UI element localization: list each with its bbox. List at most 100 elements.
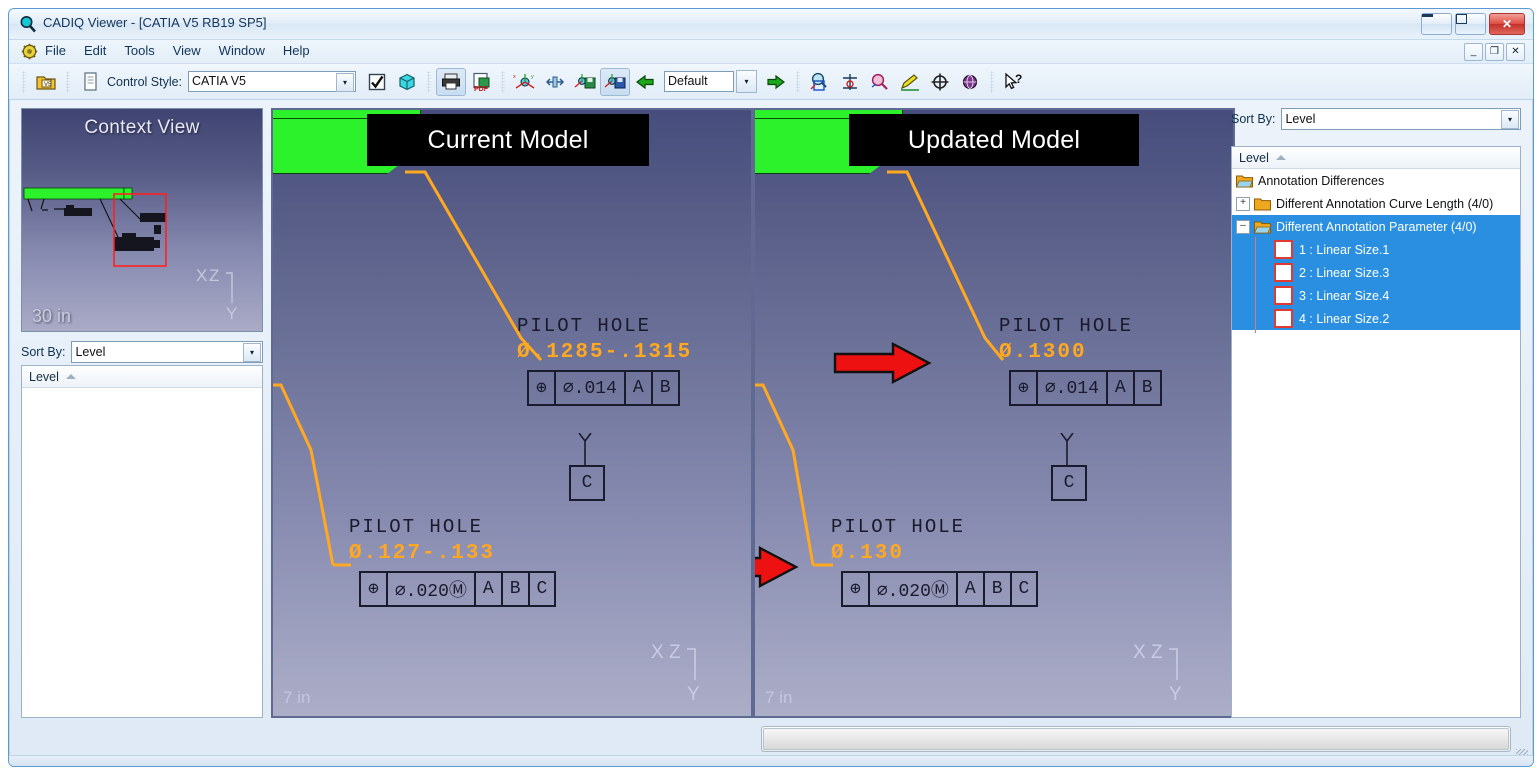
horizontal-scrollbar[interactable] xyxy=(761,726,1511,752)
tree-row-child-4[interactable]: 4 : Linear Size.2 xyxy=(1232,307,1520,330)
difference-checkbox[interactable] xyxy=(1274,263,1293,282)
view-preset-combobox[interactable]: Default ▾ xyxy=(660,70,758,93)
annotation-dimension: Ø.1285-.1315 xyxy=(517,341,693,364)
print-icon[interactable] xyxy=(436,67,467,96)
fit-icon[interactable] xyxy=(835,68,865,96)
chevron-down-icon[interactable]: ▾ xyxy=(243,343,261,362)
toolbar-grip xyxy=(501,70,506,93)
context-view-axis-triad: X Z Y xyxy=(196,266,237,321)
maximize-button[interactable] xyxy=(1455,13,1486,35)
expand-icon[interactable]: + xyxy=(1236,196,1250,211)
viewport-current-model[interactable]: Current Model PILOT HOLE Ø.1285-.1315 ⊕ … xyxy=(271,108,753,718)
measure-pencil-icon[interactable] xyxy=(895,68,925,96)
menu-item-help[interactable]: Help xyxy=(283,43,310,58)
annotation-title: PILOT HOLE xyxy=(517,315,652,337)
cube-icon[interactable] xyxy=(392,68,422,96)
chevron-down-icon[interactable]: ▾ xyxy=(336,73,355,92)
folder-open-icon xyxy=(1236,175,1253,187)
feature-control-frame[interactable]: ⊕ ⌀.014 A B xyxy=(1009,370,1162,406)
position-symbol-icon: ⊕ xyxy=(529,372,556,404)
tree-row-child-1[interactable]: 1 : Linear Size.1 xyxy=(1232,238,1520,261)
tree-row-root[interactable]: Annotation Differences xyxy=(1232,169,1520,192)
tree-row-child-3[interactable]: 3 : Linear Size.4 xyxy=(1232,284,1520,307)
tree-root-label: Annotation Differences xyxy=(1258,173,1385,188)
right-panel: Sort By: Level ▾ Level Annotation Differ… xyxy=(1231,108,1521,718)
datum-feature-symbol[interactable]: C xyxy=(1051,465,1087,501)
menu-item-window[interactable]: Window xyxy=(219,43,265,58)
left-list-header[interactable]: Level xyxy=(22,366,262,388)
left-panel: Context View 30 in X Z Y Sort By: Level … xyxy=(21,108,263,718)
toolbar-grip xyxy=(66,70,70,93)
view-preset-value: Default xyxy=(668,74,708,88)
menu-item-tools[interactable]: Tools xyxy=(124,43,154,58)
magnifier-icon xyxy=(20,16,36,33)
open-folder-icon[interactable]: V5 xyxy=(31,68,61,96)
difference-checkbox[interactable] xyxy=(1274,309,1293,328)
annotation-updated-1[interactable]: PILOT HOLE Ø.1300 ⊕ ⌀.014 A B C xyxy=(999,315,1162,501)
document-icon[interactable] xyxy=(75,68,105,96)
fcf-datum-c: C xyxy=(536,579,548,599)
annotation-current-1[interactable]: PILOT HOLE Ø.1285-.1315 ⊕ ⌀.014 A B C xyxy=(517,315,693,501)
menu-item-file[interactable]: File xyxy=(45,43,66,58)
fcf-datum-b: B xyxy=(503,573,530,605)
left-list[interactable]: Level xyxy=(21,365,263,718)
status-bar xyxy=(9,755,1533,766)
checkmark-icon[interactable] xyxy=(362,68,392,96)
difference-checkbox[interactable] xyxy=(1274,286,1293,305)
scrollbar-thumb[interactable] xyxy=(763,728,1509,750)
tree-row-child-2[interactable]: 2 : Linear Size.3 xyxy=(1232,261,1520,284)
load-view-icon[interactable] xyxy=(600,67,631,96)
window-title: CADIQ Viewer - [CATIA V5 RB19 SP5] xyxy=(43,15,267,30)
datum-feature-symbol[interactable]: C xyxy=(569,465,605,501)
tree-row-curve-length[interactable]: + Different Annotation Curve Length (4/0… xyxy=(1232,192,1520,215)
mdi-close-button[interactable]: ✕ xyxy=(1506,43,1525,61)
close-button[interactable]: ✕ xyxy=(1489,13,1525,35)
viewport-scale-current: 7 in xyxy=(283,688,311,707)
tree-row-annotation-parameter[interactable]: – Different Annotation Parameter (4/0) xyxy=(1232,215,1520,238)
target-icon[interactable] xyxy=(925,68,955,96)
control-style-combobox[interactable]: CATIA V5 ▾ xyxy=(188,71,357,92)
context-view[interactable]: Context View 30 in X Z Y xyxy=(21,108,263,332)
next-arrow-icon[interactable] xyxy=(761,68,791,96)
mdi-restore-button[interactable]: ❐ xyxy=(1485,43,1504,61)
chevron-down-icon[interactable]: ▾ xyxy=(1501,110,1519,129)
menu-bar: File Edit Tools View Window Help _ ❐ ✕ xyxy=(9,40,1533,64)
fcf-datum-a: A xyxy=(958,573,985,605)
right-sort-by-value: Level xyxy=(1285,112,1316,126)
menu-item-view[interactable]: View xyxy=(173,43,201,58)
view-preset-value-box[interactable]: Default xyxy=(664,71,735,92)
axes-icon[interactable]: x y xyxy=(510,68,540,96)
toolbar-grip xyxy=(427,70,432,93)
svg-text:x: x xyxy=(513,74,516,80)
mdi-minimize-button[interactable]: _ xyxy=(1464,43,1483,61)
left-sort-by-combobox[interactable]: Level ▾ xyxy=(71,341,263,363)
minimize-button[interactable] xyxy=(1421,13,1452,35)
mdi-window-controls: _ ❐ ✕ xyxy=(1464,43,1525,61)
feature-control-frame[interactable]: ⊕ ⌀.020Ⓜ A B C xyxy=(841,571,1039,607)
differences-tree[interactable]: Level Annotation Differences + Different… xyxy=(1231,146,1521,718)
rotate-globe-icon[interactable] xyxy=(955,68,985,96)
feature-control-frame[interactable]: ⊕ ⌀.014 A B xyxy=(527,370,680,406)
previous-arrow-icon[interactable] xyxy=(630,68,660,96)
chevron-down-icon[interactable]: ▾ xyxy=(736,70,758,93)
menu-item-edit[interactable]: Edit xyxy=(84,43,106,58)
tree-child-label: 1 : Linear Size.1 xyxy=(1299,242,1390,257)
move-arrows-icon[interactable] xyxy=(540,68,570,96)
difference-checkbox[interactable] xyxy=(1274,240,1293,259)
title-bar: CADIQ Viewer - [CATIA V5 RB19 SP5] ✕ xyxy=(9,9,1533,40)
annotation-updated-2[interactable]: PILOT HOLE Ø.130 ⊕ ⌀.020Ⓜ A B C xyxy=(831,516,1039,607)
viewport-updated-model[interactable]: Updated Model PILOT HOLE Ø.1300 ⊕ ⌀.014 … xyxy=(753,108,1235,718)
zoom-icon[interactable] xyxy=(865,68,895,96)
save-view-icon[interactable] xyxy=(570,68,600,96)
tree-header[interactable]: Level xyxy=(1232,147,1520,169)
annotation-dimension: Ø.130 xyxy=(831,542,905,565)
toolbar: V5 Control Style: CATIA V5 ▾ PDF x y Def… xyxy=(9,64,1533,100)
right-sort-by-combobox[interactable]: Level ▾ xyxy=(1281,108,1521,130)
pdf-export-icon[interactable]: PDF xyxy=(466,68,496,96)
annotation-current-2[interactable]: PILOT HOLE Ø.127-.133 ⊕ ⌀.020Ⓜ A B C xyxy=(349,516,557,607)
axis-y-label: Y xyxy=(687,684,700,704)
feature-control-frame[interactable]: ⊕ ⌀.020Ⓜ A B C xyxy=(359,571,557,607)
zoom-area-icon[interactable] xyxy=(805,68,835,96)
help-pointer-icon[interactable]: ? xyxy=(999,68,1029,96)
collapse-icon[interactable]: – xyxy=(1236,219,1250,234)
